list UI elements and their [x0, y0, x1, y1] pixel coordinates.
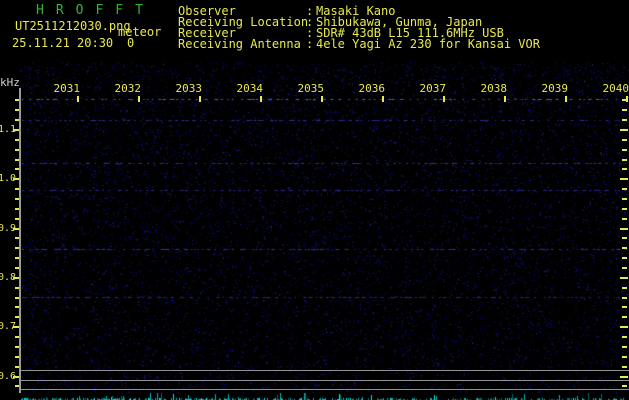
- time-tick: [321, 96, 323, 102]
- freq-tick-right: [620, 178, 628, 180]
- freq-tick-left: [15, 198, 19, 200]
- freq-tick-right: [622, 336, 627, 338]
- time-tick: [138, 96, 140, 102]
- freq-tick-right: [622, 109, 627, 111]
- freq-tick-left: [15, 218, 19, 220]
- freq-tick-left: [15, 149, 19, 151]
- freq-tick-left: [15, 366, 19, 368]
- time-label: 2031: [53, 82, 81, 95]
- time-tick: [504, 96, 506, 102]
- freq-tick-right: [622, 267, 627, 269]
- freq-tick-right: [620, 129, 628, 131]
- app-title: HROFFT: [36, 3, 155, 18]
- freq-tick-right: [622, 198, 627, 200]
- freq-tick-left: [15, 188, 19, 190]
- freq-tick-right: [622, 306, 627, 308]
- freq-tick-right: [622, 218, 627, 220]
- carrier-line: [20, 389, 629, 390]
- time-tick: [260, 96, 262, 102]
- time-label: 2038: [480, 82, 508, 95]
- freq-tick-right: [620, 376, 628, 378]
- time-label: 2036: [358, 82, 386, 95]
- freq-tick-right: [622, 139, 627, 141]
- echo-counter: 0: [127, 36, 135, 50]
- freq-tick-left: [15, 237, 19, 239]
- freq-tick-right: [622, 366, 627, 368]
- frequency-axis-line: [19, 88, 21, 393]
- freq-tick-left: [15, 119, 19, 121]
- freq-tick-left: [15, 159, 19, 161]
- freq-label: 0.9: [0, 223, 17, 234]
- freq-tick-left: [15, 139, 19, 141]
- freq-tick-right: [620, 228, 628, 230]
- hrofft-output-image: HROFFT UT2511212030.png meteor 25.11.21 …: [0, 0, 629, 400]
- time-tick: [382, 96, 384, 102]
- info-value: 4ele Yagi Az 230 for Kansai VOR: [316, 37, 540, 51]
- time-label: 2033: [175, 82, 203, 95]
- freq-tick-left: [15, 287, 19, 289]
- freq-tick-right: [622, 208, 627, 210]
- freq-tick-left: [15, 257, 19, 259]
- carrier-line: [20, 370, 629, 371]
- khz-unit-label: kHz: [0, 76, 20, 89]
- freq-tick-right: [622, 237, 627, 239]
- time-label: 2035: [297, 82, 325, 95]
- freq-tick-right: [622, 168, 627, 170]
- time-label: 2034: [236, 82, 264, 95]
- freq-tick-right: [622, 316, 627, 318]
- freq-tick-left: [15, 306, 19, 308]
- output-filename: UT2511212030.png: [15, 19, 131, 33]
- freq-tick-right: [622, 159, 627, 161]
- freq-tick-right: [622, 247, 627, 249]
- freq-tick-left: [15, 267, 19, 269]
- freq-tick-right: [622, 356, 627, 358]
- freq-tick-right: [620, 326, 628, 328]
- freq-tick-right: [622, 119, 627, 121]
- freq-tick-right: [622, 149, 627, 151]
- freq-tick-left: [15, 297, 19, 299]
- info-label: Receiving Antenna: [178, 37, 301, 51]
- time-label: 2037: [419, 82, 447, 95]
- freq-label: 1.0: [0, 173, 17, 184]
- freq-tick-right: [622, 287, 627, 289]
- time-tick: [565, 96, 567, 102]
- time-label: 2032: [114, 82, 142, 95]
- freq-tick-left: [15, 336, 19, 338]
- freq-label: 0.7: [0, 321, 17, 332]
- info-separator: :: [306, 37, 314, 51]
- freq-tick-left: [15, 356, 19, 358]
- freq-tick-right: [622, 99, 627, 101]
- freq-tick-left: [15, 168, 19, 170]
- timestamp: 25.11.21 20:30: [12, 36, 114, 50]
- station-label: meteor: [118, 25, 162, 39]
- freq-label: 1.1: [0, 124, 17, 135]
- freq-tick-left: [15, 316, 19, 318]
- time-label: 2039: [541, 82, 569, 95]
- info-row: Receiving Antenna:4ele Yagi Az 230 for K…: [178, 37, 540, 51]
- time-tick: [77, 96, 79, 102]
- freq-label: 0.8: [0, 272, 17, 283]
- freq-tick-right: [622, 188, 627, 190]
- freq-tick-right: [622, 297, 627, 299]
- freq-tick-left: [15, 346, 19, 348]
- freq-tick-left: [15, 208, 19, 210]
- freq-tick-left: [15, 99, 19, 101]
- carrier-line: [20, 380, 629, 381]
- time-tick: [443, 96, 445, 102]
- spectrogram-noise-canvas: [20, 57, 629, 400]
- freq-tick-right: [622, 385, 627, 387]
- time-label: 2040: [602, 82, 629, 95]
- freq-tick-left: [15, 247, 19, 249]
- freq-tick-right: [622, 346, 627, 348]
- time-tick: [199, 96, 201, 102]
- freq-tick-right: [620, 277, 628, 279]
- freq-tick-left: [15, 385, 19, 387]
- freq-tick-right: [622, 257, 627, 259]
- freq-tick-left: [15, 109, 19, 111]
- freq-label: 0.6: [0, 371, 17, 382]
